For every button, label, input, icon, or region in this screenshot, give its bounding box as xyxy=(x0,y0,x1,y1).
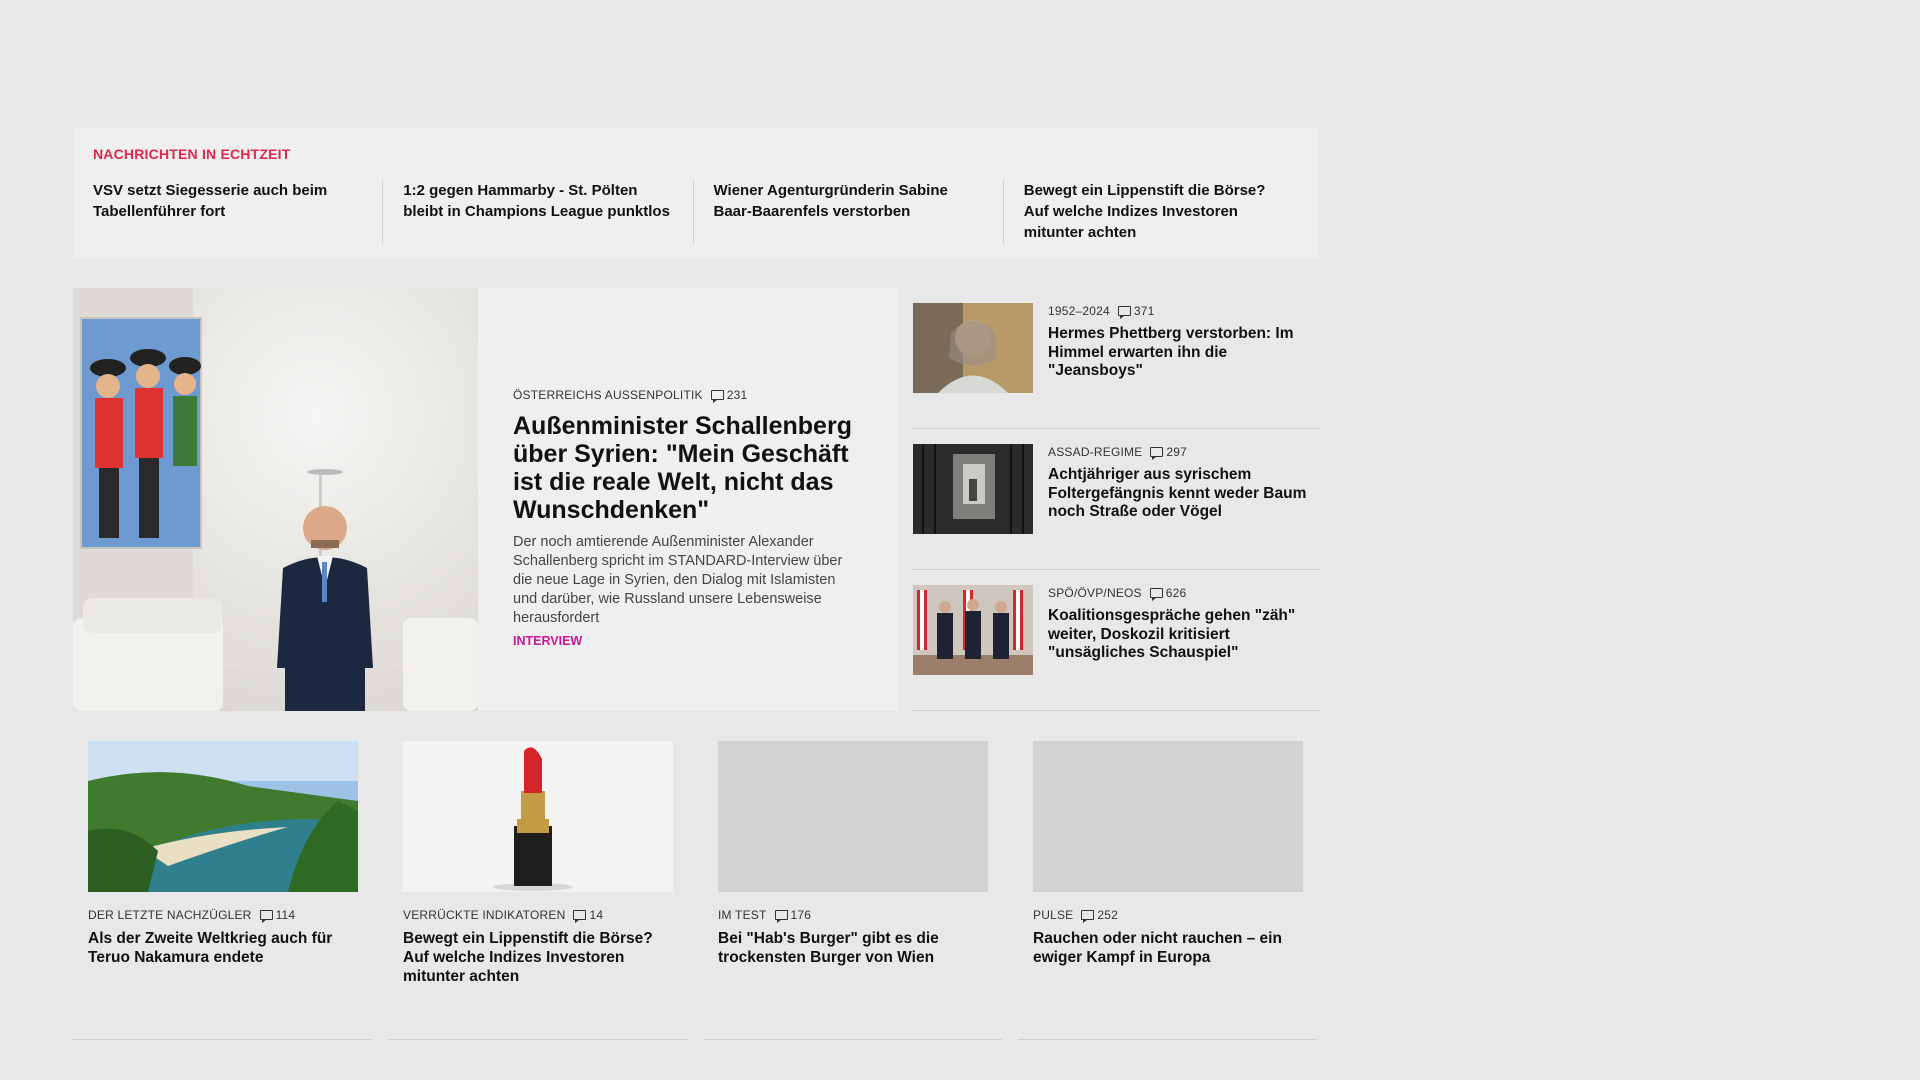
comment-icon xyxy=(573,910,587,923)
kicker-label: IM TEST xyxy=(718,908,767,922)
article-card-title[interactable]: Bei "Hab's Burger" gibt es die trockenst… xyxy=(718,929,988,967)
comment-icon xyxy=(1081,910,1095,923)
side-kicker: ASSAD-REGIME 297 xyxy=(1048,445,1319,460)
comment-count-value: 252 xyxy=(1097,908,1118,922)
kicker-label: DER LETZTE NACHZÜGLER xyxy=(88,908,252,922)
kicker-label: SPÖ/ÖVP/NEOS xyxy=(1048,586,1142,600)
article-card-title[interactable]: Rauchen oder nicht rauchen – ein ewiger … xyxy=(1033,929,1303,967)
comment-count-value: 626 xyxy=(1165,586,1187,600)
comment-count-value: 231 xyxy=(726,388,748,402)
kicker-label: ÖSTERREICHS AUSSENPOLITIK xyxy=(513,388,703,402)
side-article-image xyxy=(913,444,1033,534)
article-card[interactable]: IM TEST 176 Bei "Hab's Burger" gibt es d… xyxy=(703,711,1002,1040)
comment-count-value: 297 xyxy=(1166,445,1188,459)
live-news-ticker: NACHRICHTEN IN ECHTZEIT VSV setzt Sieges… xyxy=(73,128,1319,258)
side-articles: 1952–2024 371 Hermes Phettberg verstorbe… xyxy=(913,288,1319,711)
side-article[interactable]: SPÖ/ÖVP/NEOS 626 Koalitionsgespräche geh… xyxy=(913,570,1319,711)
article-card[interactable]: PULSE 252 Rauchen oder nicht rauchen – e… xyxy=(1018,711,1317,1040)
comment-icon xyxy=(774,910,788,923)
kicker-label: ASSAD-REGIME xyxy=(1048,445,1143,459)
ticker-item[interactable]: Bewegt ein Lippenstift die Börse? Auf we… xyxy=(1004,180,1299,244)
side-article-image xyxy=(913,585,1033,675)
ticker-item[interactable]: 1:2 gegen Hammarby - St. Pölten bleibt i… xyxy=(383,180,694,244)
kicker-label: PULSE xyxy=(1033,908,1074,922)
article-card[interactable]: VERRÜCKTE INDIKATOREN 14 Bewegt ein Lipp… xyxy=(388,711,687,1040)
side-article-text: SPÖ/ÖVP/NEOS 626 Koalitionsgespräche geh… xyxy=(1033,585,1319,710)
comment-count-value: 371 xyxy=(1133,304,1155,318)
main-block: ÖSTERREICHS AUSSENPOLITIK 231 Außenminis… xyxy=(73,288,1319,711)
page-content: NACHRICHTEN IN ECHTZEIT VSV setzt Sieges… xyxy=(73,128,1319,1040)
comment-count-value: 14 xyxy=(589,908,604,922)
article-card-image-placeholder xyxy=(718,741,988,892)
article-card-title[interactable]: Bewegt ein Lippenstift die Börse? Auf we… xyxy=(403,929,673,986)
side-article[interactable]: ASSAD-REGIME 297 Achtjähriger aus syrisc… xyxy=(913,429,1319,570)
comment-count[interactable]: 626 xyxy=(1149,586,1187,601)
comment-count-value: 114 xyxy=(275,908,296,922)
comment-icon xyxy=(710,390,724,403)
article-card-row: DER LETZTE NACHZÜGLER 114 Als der Zweite… xyxy=(73,711,1319,1040)
side-article-text: ASSAD-REGIME 297 Achtjähriger aus syrisc… xyxy=(1033,444,1319,569)
side-kicker: 1952–2024 371 xyxy=(1048,304,1319,319)
lead-article-text: ÖSTERREICHS AUSSENPOLITIK 231 Außenminis… xyxy=(478,288,898,711)
comment-icon xyxy=(1149,588,1163,601)
ticker-label: NACHRICHTEN IN ECHTZEIT xyxy=(93,146,291,162)
comment-icon xyxy=(259,910,273,923)
comment-count[interactable]: 176 xyxy=(774,908,812,923)
lead-article-image xyxy=(73,288,478,711)
card-kicker: DER LETZTE NACHZÜGLER 114 xyxy=(88,908,358,923)
side-article-title[interactable]: Hermes Phettberg verstorben: Im Himmel e… xyxy=(1048,325,1319,381)
lead-kicker: ÖSTERREICHS AUSSENPOLITIK 231 xyxy=(513,388,858,403)
comment-count[interactable]: 371 xyxy=(1117,304,1155,319)
interview-tag: INTERVIEW xyxy=(513,634,583,648)
side-article[interactable]: 1952–2024 371 Hermes Phettberg verstorbe… xyxy=(913,288,1319,429)
side-kicker: SPÖ/ÖVP/NEOS 626 xyxy=(1048,586,1319,601)
comment-count[interactable]: 252 xyxy=(1081,908,1118,923)
comment-icon xyxy=(1117,306,1131,319)
article-card-image xyxy=(88,741,358,892)
comment-count[interactable]: 297 xyxy=(1150,445,1188,460)
kicker-label: 1952–2024 xyxy=(1048,304,1110,318)
comment-count[interactable]: 14 xyxy=(573,908,604,923)
comment-icon xyxy=(1150,447,1164,460)
comment-count-value: 176 xyxy=(790,908,812,922)
lead-article[interactable]: ÖSTERREICHS AUSSENPOLITIK 231 Außenminis… xyxy=(73,288,898,711)
card-kicker: IM TEST 176 xyxy=(718,908,988,923)
card-kicker: PULSE 252 xyxy=(1033,908,1303,923)
side-article-image xyxy=(913,303,1033,393)
ticker-item[interactable]: VSV setzt Siegesserie auch beim Tabellen… xyxy=(93,180,384,244)
side-article-title[interactable]: Koalitionsgespräche gehen "zäh" weiter, … xyxy=(1048,607,1319,663)
lead-title[interactable]: Außenminister Schallenberg über Syrien: … xyxy=(513,412,858,524)
kicker-label: VERRÜCKTE INDIKATOREN xyxy=(403,908,566,922)
lead-teaser: Der noch amtierende Außenminister Alexan… xyxy=(513,534,843,626)
side-article-text: 1952–2024 371 Hermes Phettberg verstorbe… xyxy=(1033,303,1319,428)
article-card-image xyxy=(403,741,673,892)
card-kicker: VERRÜCKTE INDIKATOREN 14 xyxy=(403,908,673,923)
ticker-items: VSV setzt Siegesserie auch beim Tabellen… xyxy=(93,180,1299,244)
article-card[interactable]: DER LETZTE NACHZÜGLER 114 Als der Zweite… xyxy=(73,711,372,1040)
ticker-item[interactable]: Wiener Agenturgründerin Sabine Baar-Baar… xyxy=(694,180,1004,244)
comment-count[interactable]: 114 xyxy=(259,908,296,923)
article-card-title[interactable]: Als der Zweite Weltkrieg auch für Teruo … xyxy=(88,929,358,967)
comment-count[interactable]: 231 xyxy=(710,388,748,403)
side-article-title[interactable]: Achtjähriger aus syrischem Foltergefängn… xyxy=(1048,466,1319,522)
article-card-image-placeholder xyxy=(1033,741,1303,892)
